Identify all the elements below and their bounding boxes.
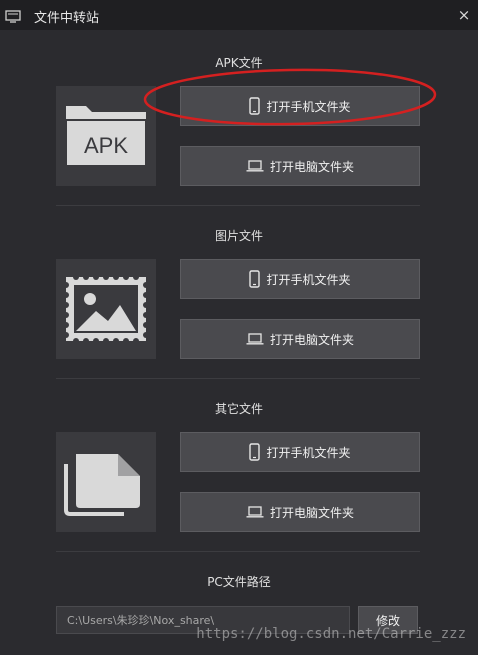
pictures-open-phone-folder-label: 打开手机文件夹 bbox=[266, 272, 351, 287]
phone-icon bbox=[249, 270, 261, 288]
apk-icon-box: APK bbox=[56, 86, 156, 186]
modify-path-button[interactable]: 修改 bbox=[358, 606, 418, 634]
pictures-open-phone-folder-button[interactable]: 打开手机文件夹 bbox=[180, 259, 420, 299]
apk-open-pc-folder-label: 打开电脑文件夹 bbox=[269, 159, 354, 174]
apk-folder-icon: APK bbox=[65, 106, 147, 167]
section-title-other-files: 其它文件 bbox=[214, 402, 263, 416]
pc-path-input[interactable] bbox=[56, 606, 350, 634]
other-open-phone-folder-button[interactable]: 打开手机文件夹 bbox=[180, 432, 420, 472]
phone-icon bbox=[249, 97, 261, 115]
window-title: 文件中转站 bbox=[34, 11, 100, 26]
section-title-pictures: 图片文件 bbox=[214, 229, 263, 243]
section-divider bbox=[56, 378, 420, 379]
phone-icon bbox=[249, 443, 261, 461]
section-divider bbox=[56, 551, 420, 552]
other-open-pc-folder-label: 打开电脑文件夹 bbox=[269, 505, 354, 520]
other-files-icon-box bbox=[56, 432, 156, 532]
laptop-icon bbox=[246, 506, 264, 518]
pictures-open-pc-folder-label: 打开电脑文件夹 bbox=[269, 332, 354, 347]
other-open-pc-folder-button[interactable]: 打开电脑文件夹 bbox=[180, 492, 420, 532]
window-monitor-icon bbox=[5, 8, 21, 23]
section-divider bbox=[56, 205, 420, 206]
title-bar: 文件中转站 × bbox=[0, 0, 478, 30]
apk-open-phone-folder-button[interactable]: 打开手机文件夹 bbox=[180, 86, 420, 126]
close-button[interactable]: × bbox=[450, 0, 478, 30]
laptop-icon bbox=[246, 160, 264, 172]
pictures-open-pc-folder-button[interactable]: 打开电脑文件夹 bbox=[180, 319, 420, 359]
picture-icon bbox=[63, 274, 149, 344]
pictures-icon-box bbox=[56, 259, 156, 359]
section-title-apk: APK文件 bbox=[215, 56, 263, 70]
apk-open-phone-folder-label: 打开手机文件夹 bbox=[266, 99, 351, 114]
files-icon bbox=[64, 454, 140, 516]
apk-icon-label: APK bbox=[84, 133, 128, 158]
pc-path-title: PC文件路径 bbox=[207, 575, 271, 589]
other-open-phone-folder-label: 打开手机文件夹 bbox=[266, 445, 351, 460]
apk-open-pc-folder-button[interactable]: 打开电脑文件夹 bbox=[180, 146, 420, 186]
laptop-icon bbox=[246, 333, 264, 345]
